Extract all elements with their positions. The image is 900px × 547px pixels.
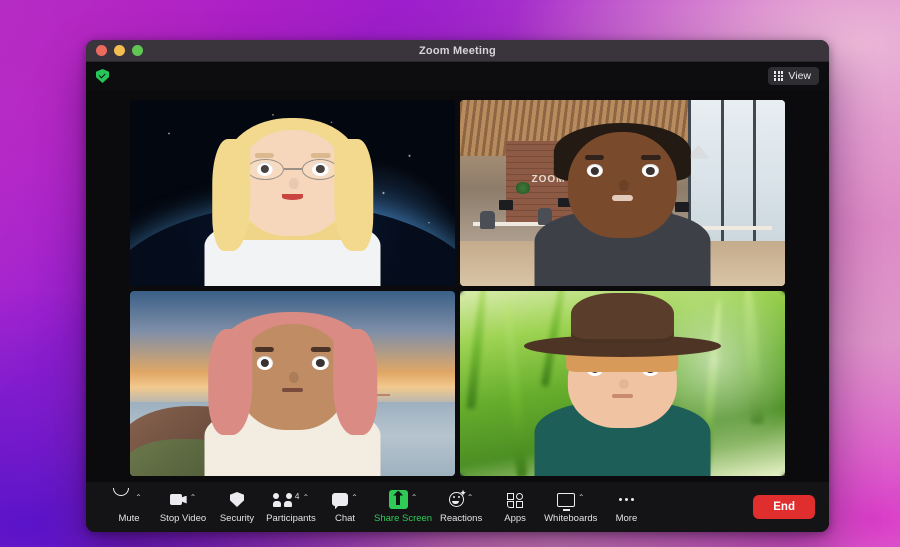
share-screen-icon <box>388 490 408 509</box>
toolbar-mute-label: Mute <box>118 513 140 524</box>
participant-tile-3[interactable] <box>130 290 455 476</box>
toolbar-security-label: Security <box>219 513 255 524</box>
toolbar-whiteboards-button[interactable]: ⌃ Whiteboards <box>542 490 599 524</box>
video-options-caret-icon[interactable]: ⌃ <box>190 494 197 502</box>
participant-tile-4-active-speaker[interactable] <box>460 290 785 476</box>
view-button-label: View <box>788 70 811 82</box>
meeting-toolbar: ⌃ Mute ⌃ Stop Video Security 4 ⌃ Partici… <box>86 482 829 532</box>
toolbar-participants-button[interactable]: 4 ⌃ Participants <box>264 490 318 524</box>
chat-options-caret-icon[interactable]: ⌃ <box>351 494 358 502</box>
avatar-fedora-hat <box>524 292 721 357</box>
toolbar-reactions-label: Reactions <box>439 513 483 524</box>
participants-options-caret-icon[interactable]: ⌃ <box>303 494 310 502</box>
window-title: Zoom Meeting <box>419 44 496 57</box>
toolbar-stop-video-label: Stop Video <box>159 513 207 524</box>
avatar-glasses <box>246 158 339 180</box>
avatar-man-dark-sweater <box>534 115 711 286</box>
video-camera-icon <box>169 494 187 505</box>
mute-options-caret-icon[interactable]: ⌃ <box>135 494 142 502</box>
meeting-topbar: View <box>86 62 829 90</box>
toolbar-chat-button[interactable]: ⌃ Chat <box>318 490 372 524</box>
shield-check-icon <box>96 69 109 83</box>
toolbar-more-label: More <box>615 513 638 524</box>
window-titlebar[interactable]: Zoom Meeting <box>86 40 829 62</box>
share-options-caret-icon[interactable]: ⌃ <box>411 494 418 502</box>
toolbar-stop-video-button[interactable]: ⌃ Stop Video <box>156 490 210 525</box>
toolbar-mute-button[interactable]: ⌃ Mute <box>102 490 156 525</box>
microphone-icon <box>116 490 132 509</box>
zoom-meeting-window: Zoom Meeting View ZOOM ⌃ Mute ⌃ Stop Vid… <box>86 40 829 532</box>
participant-tile-2[interactable]: ZOOM <box>460 100 785 286</box>
toolbar-apps-button[interactable]: Apps <box>488 490 542 524</box>
toolbar-reactions-button[interactable]: ✦ ⌃ Reactions <box>434 489 488 525</box>
ellipsis-icon <box>618 490 634 509</box>
smiley-icon: ✦ <box>448 489 467 507</box>
avatar-boy-fedora <box>524 292 721 476</box>
toolbar-security-button[interactable]: Security <box>210 490 264 524</box>
people-icon <box>272 493 292 507</box>
encryption-indicator[interactable] <box>96 69 109 83</box>
toolbar-chat-label: Chat <box>334 513 356 524</box>
toolbar-share-screen-label: Share Screen <box>374 513 433 524</box>
video-gallery: ZOOM <box>86 90 829 482</box>
avatar-woman-pink-hair <box>204 305 381 476</box>
reactions-options-caret-icon[interactable]: ⌃ <box>467 494 474 502</box>
toolbar-more-button[interactable]: More <box>599 490 653 524</box>
participants-count: 4 <box>294 491 300 501</box>
avatar-blonde-woman <box>204 115 381 286</box>
end-meeting-button[interactable]: End <box>753 495 815 519</box>
toolbar-share-screen-button[interactable]: ⌃ Share Screen <box>372 490 434 524</box>
participant-tile-1[interactable] <box>130 100 455 286</box>
toolbar-whiteboards-label: Whiteboards <box>544 513 598 524</box>
apps-icon <box>507 493 524 508</box>
toolbar-apps-label: Apps <box>504 513 526 524</box>
view-button[interactable]: View <box>768 67 819 85</box>
chat-bubble-icon <box>332 493 349 506</box>
grid-icon <box>774 71 784 81</box>
toolbar-participants-label: Participants <box>266 513 316 524</box>
whiteboard-icon <box>556 493 575 511</box>
whiteboards-options-caret-icon[interactable]: ⌃ <box>578 494 585 502</box>
shield-icon <box>230 492 244 507</box>
